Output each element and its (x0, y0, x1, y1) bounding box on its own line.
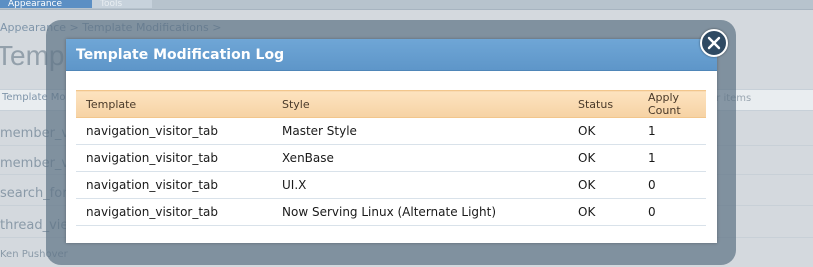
cell-style: XenBase (272, 144, 568, 172)
column-header-style: Style (272, 90, 568, 118)
dialog-header: Template Modification Log (66, 39, 717, 71)
cell-template: navigation_visitor_tab (76, 198, 272, 226)
cell-template: navigation_visitor_tab (76, 144, 272, 172)
background-tab-appearance[interactable]: Appearance (0, 0, 104, 8)
cell-apply-count: 0 (638, 171, 706, 199)
cell-apply-count: 0 (638, 198, 706, 226)
cell-template: navigation_visitor_tab (76, 171, 272, 199)
cell-apply-count: 1 (638, 144, 706, 172)
dialog-title: Template Modification Log (76, 47, 285, 63)
table-row: navigation_visitor_tab Now Serving Linux… (76, 198, 706, 226)
cell-status: OK (568, 117, 638, 145)
table-row: navigation_visitor_tab UI.X OK 0 (76, 171, 706, 199)
cell-template: navigation_visitor_tab (76, 117, 272, 145)
close-icon (707, 36, 721, 50)
cell-status: OK (568, 144, 638, 172)
close-button[interactable] (700, 29, 728, 57)
cell-style: Master Style (272, 117, 568, 145)
column-header-apply-count: Apply Count (638, 90, 706, 118)
cell-style: UI.X (272, 171, 568, 199)
modification-log-table: Template Style Status Apply Count naviga… (76, 90, 706, 226)
background-tab-tools[interactable]: Tools (92, 0, 152, 8)
table-row: navigation_visitor_tab XenBase OK 1 (76, 144, 706, 172)
column-header-template: Template (76, 90, 272, 118)
cell-style: Now Serving Linux (Alternate Light) (272, 198, 568, 226)
table-header-row: Template Style Status Apply Count (76, 90, 706, 118)
cell-status: OK (568, 198, 638, 226)
table-row: navigation_visitor_tab Master Style OK 1 (76, 117, 706, 145)
column-header-status: Status (568, 90, 638, 118)
cell-apply-count: 1 (638, 117, 706, 145)
cell-status: OK (568, 171, 638, 199)
